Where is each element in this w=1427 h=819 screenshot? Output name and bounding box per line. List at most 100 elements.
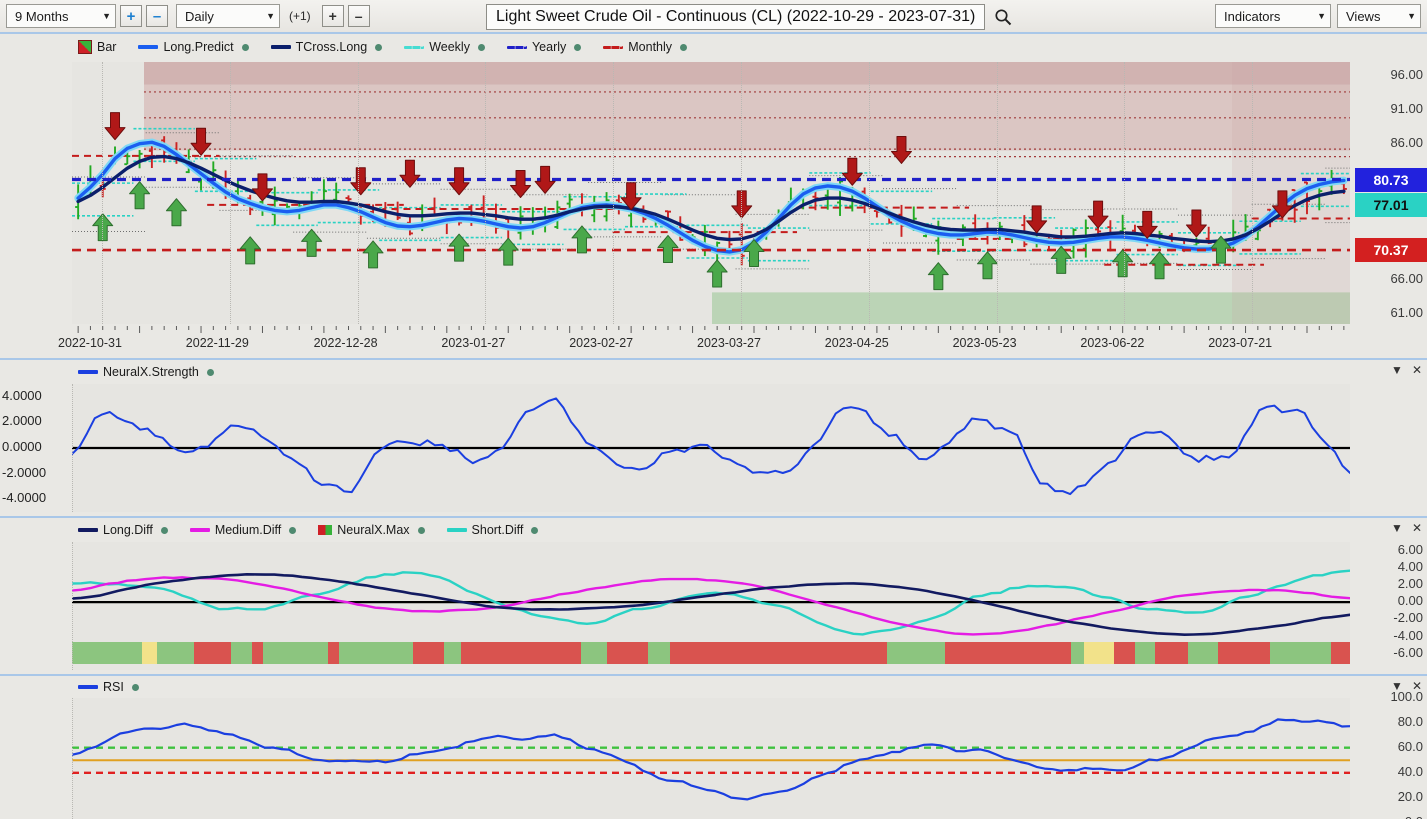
views-select[interactable]: Views ▼ <box>1337 4 1421 28</box>
close-icon[interactable]: ✕ <box>1412 521 1422 535</box>
legend-settings-dot-icon[interactable] <box>289 526 297 534</box>
interval-select[interactable]: Daily ▼ <box>176 4 280 28</box>
bar-increase-button[interactable]: + <box>321 5 344 27</box>
legend-item-tcross-long[interactable]: TCross.Long <box>270 40 383 54</box>
chevron-down-icon[interactable]: ▼ <box>1391 363 1403 377</box>
dashed-line-icon <box>506 45 527 49</box>
period-increase-button[interactable]: + <box>120 5 142 27</box>
legend-item-yearly[interactable]: Yearly <box>506 40 582 54</box>
grid-line <box>868 62 870 324</box>
legend-settings-dot-icon[interactable] <box>241 43 249 51</box>
period-decrease-button[interactable]: – <box>146 5 168 27</box>
rsi-panel: RSI ▼ ✕ 100.080.060.040.020.00.0 <box>0 674 1427 819</box>
bar-offset-label: (+1) <box>289 9 311 23</box>
legend-label: Short.Diff <box>471 523 524 537</box>
strength-plot-area[interactable] <box>72 384 1350 512</box>
search-icon[interactable] <box>994 8 1012 26</box>
price-panel: Bar Long.Predict TCross.Long Weekly Yearly Mo… <box>0 34 1427 356</box>
line-icon <box>138 45 159 49</box>
line-icon <box>78 528 98 532</box>
legend-settings-dot-icon[interactable] <box>531 526 539 534</box>
legend-settings-dot-icon[interactable] <box>375 43 383 51</box>
minus-icon: – <box>152 7 162 25</box>
period-select-value: 9 Months <box>15 8 69 24</box>
grid-line <box>1124 62 1126 324</box>
price-panel-legend: Bar Long.Predict TCross.Long Weekly Yearly Mo… <box>78 40 688 54</box>
chevron-down-icon: ▼ <box>102 11 111 21</box>
diff-y-axis: 6.00 4.00 2.00 0.00 -2.00 -4.00 -6.00 <box>1355 542 1427 670</box>
strength-y-axis: 4.0000 2.0000 0.0000 -2.0000 -4.0000 <box>0 384 72 512</box>
legend-item-neuralx-strength[interactable]: NeuralX.Strength <box>78 365 214 379</box>
diff-axis-tick: -2.00 <box>1393 610 1423 626</box>
price-axis-tick: 66.00 <box>1390 270 1423 286</box>
legend-label: Long.Diff <box>103 523 153 537</box>
legend-item-long-diff[interactable]: Long.Diff <box>78 523 168 537</box>
legend-item-rsi[interactable]: RSI <box>78 680 139 694</box>
legend-item-short-diff[interactable]: Short.Diff <box>446 523 539 537</box>
period-select[interactable]: 9 Months ▼ <box>6 4 116 28</box>
date-axis-tick: 2022-12-28 <box>313 336 378 350</box>
strength-axis-tick: 2.0000 <box>2 413 42 429</box>
legend-settings-dot-icon[interactable] <box>206 368 214 376</box>
legend-item-bar[interactable]: Bar <box>78 40 116 54</box>
legend-label: Bar <box>97 40 117 54</box>
interval-select-value: Daily <box>185 8 214 24</box>
line-icon <box>446 528 467 532</box>
strength-axis-tick: -4.0000 <box>2 490 47 506</box>
grid-line <box>1252 62 1254 324</box>
diff-plot-area[interactable] <box>72 542 1350 670</box>
indicators-select[interactable]: Indicators ▼ <box>1215 4 1331 28</box>
price-badge[interactable]: 70.37 <box>1355 238 1427 263</box>
legend-item-weekly[interactable]: Weekly <box>404 40 485 54</box>
legend-label: Medium.Diff <box>214 523 282 537</box>
diff-axis-tick: 4.00 <box>1397 558 1423 574</box>
legend-label: TCross.Long <box>295 40 368 54</box>
grid-line <box>72 698 73 819</box>
grid-line <box>72 542 73 670</box>
date-axis-tick: 2023-06-22 <box>1080 336 1145 350</box>
legend-item-medium-diff[interactable]: Medium.Diff <box>189 523 297 537</box>
rsi-plot-area[interactable] <box>72 698 1350 819</box>
strength-panel-legend: NeuralX.Strength <box>78 365 214 379</box>
date-axis-tick: 2022-11-29 <box>185 336 249 350</box>
close-icon[interactable]: ✕ <box>1412 679 1422 693</box>
legend-item-long-predict[interactable]: Long.Predict <box>138 40 249 54</box>
price-axis-tick: 61.00 <box>1390 304 1423 320</box>
legend-settings-dot-icon[interactable] <box>574 43 582 51</box>
close-icon[interactable]: ✕ <box>1412 363 1422 377</box>
legend-settings-dot-icon[interactable] <box>477 43 485 51</box>
rsi-panel-controls: ▼ ✕ <box>1391 679 1422 693</box>
date-axis-tick: 2023-07-21 <box>1208 336 1273 350</box>
date-axis-tick: 2023-03-27 <box>697 336 761 350</box>
symbol-title-input[interactable]: Light Sweet Crude Oil - Continuous (CL) … <box>486 4 986 30</box>
chevron-down-icon: ▼ <box>266 11 275 21</box>
date-axis-tick: 2022-10-31 <box>58 336 122 350</box>
legend-settings-dot-icon[interactable] <box>131 683 139 691</box>
grid-line <box>741 62 742 324</box>
price-badge[interactable]: 80.73 <box>1355 167 1427 192</box>
price-plot-area[interactable] <box>72 62 1350 324</box>
price-badge[interactable]: 77.01 <box>1355 192 1427 217</box>
bar-decrease-button[interactable]: – <box>347 5 370 27</box>
grid-line <box>357 62 359 324</box>
grid-line <box>996 62 998 324</box>
grid-line <box>102 62 103 324</box>
grid-line <box>613 62 615 324</box>
chevron-down-icon[interactable]: ▼ <box>1391 679 1403 693</box>
line-icon <box>78 685 98 689</box>
price-x-axis: 2022-10-31 2022-11-29 2022-12-28 2023-01-27… <box>0 326 1427 356</box>
grid-line <box>72 384 73 512</box>
main-toolbar: 9 Months ▼ + – Daily ▼ (+1) + – Light Sw… <box>0 0 1427 34</box>
legend-label: Yearly <box>531 40 567 54</box>
toolbar-right-group: Indicators ▼ Views ▼ <box>1215 4 1421 28</box>
legend-settings-dot-icon[interactable] <box>160 526 168 534</box>
legend-settings-dot-icon[interactable] <box>680 43 688 51</box>
legend-label: NeuralX.Strength <box>103 365 199 379</box>
legend-label: NeuralX.Max <box>337 523 410 537</box>
legend-item-monthly[interactable]: Monthly <box>603 40 688 54</box>
diff-axis-tick: 0.00 <box>1397 593 1423 609</box>
legend-label: Long.Predict <box>163 40 234 54</box>
chevron-down-icon[interactable]: ▼ <box>1391 521 1403 535</box>
legend-settings-dot-icon[interactable] <box>417 526 425 534</box>
legend-item-neuralx-max[interactable]: NeuralX.Max <box>318 523 425 537</box>
